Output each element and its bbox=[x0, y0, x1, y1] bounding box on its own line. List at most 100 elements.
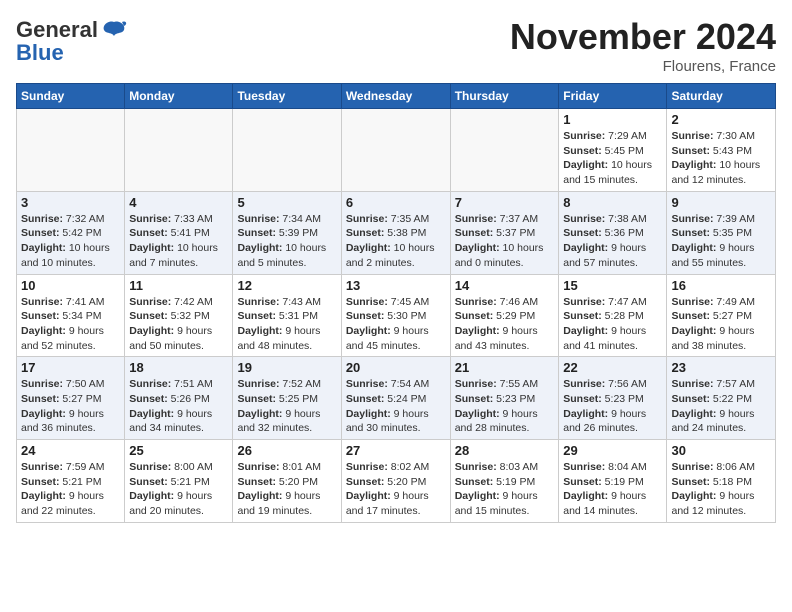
calendar-cell: 4 Sunrise: 7:33 AMSunset: 5:41 PMDaylight… bbox=[125, 191, 233, 274]
calendar-cell: 25Sunrise: 8:00 AMSunset: 5:21 PMDayligh… bbox=[125, 440, 233, 523]
month-title: November 2024 bbox=[510, 16, 776, 58]
weekday-header-saturday: Saturday bbox=[667, 84, 776, 109]
calendar-cell: 26Sunrise: 8:01 AMSunset: 5:20 PMDayligh… bbox=[233, 440, 341, 523]
day-number: 8 bbox=[563, 195, 662, 210]
weekday-header-friday: Friday bbox=[559, 84, 667, 109]
day-number: 14 bbox=[455, 278, 555, 293]
calendar-week-row: 3 Sunrise: 7:32 AMSunset: 5:42 PMDaylight… bbox=[17, 191, 776, 274]
day-number: 27 bbox=[346, 443, 446, 458]
calendar-cell: 13 Sunrise: 7:45 AMSunset: 5:30 PMDayligh… bbox=[341, 274, 450, 357]
calendar-cell: 1Sunrise: 7:29 AMSunset: 5:45 PMDaylight… bbox=[559, 109, 667, 192]
calendar-cell: 20 Sunrise: 7:54 AMSunset: 5:24 PMDayligh… bbox=[341, 357, 450, 440]
day-number: 4 bbox=[129, 195, 228, 210]
day-info: Sunrise: 7:50 AMSunset: 5:27 PMDaylight:… bbox=[21, 377, 120, 436]
calendar-cell: 10 Sunrise: 7:41 AMSunset: 5:34 PMDayligh… bbox=[17, 274, 125, 357]
day-info: Sunrise: 7:51 AMSunset: 5:26 PMDaylight:… bbox=[129, 377, 228, 436]
day-number: 16 bbox=[671, 278, 771, 293]
calendar-cell: 22 Sunrise: 7:56 AMSunset: 5:23 PMDayligh… bbox=[559, 357, 667, 440]
day-info: Sunrise: 8:01 AMSunset: 5:20 PMDaylight:… bbox=[237, 460, 336, 519]
day-number: 19 bbox=[237, 360, 336, 375]
calendar-week-row: 17 Sunrise: 7:50 AMSunset: 5:27 PMDayligh… bbox=[17, 357, 776, 440]
day-info: Sunrise: 7:35 AMSunset: 5:38 PMDaylight:… bbox=[346, 212, 446, 271]
day-number: 13 bbox=[346, 278, 446, 293]
day-info: Sunrise: 7:29 AMSunset: 5:45 PMDaylight:… bbox=[563, 129, 662, 188]
day-info: Sunrise: 7:41 AMSunset: 5:34 PMDaylight:… bbox=[21, 295, 120, 354]
calendar-cell: 14 Sunrise: 7:46 AMSunset: 5:29 PMDayligh… bbox=[450, 274, 559, 357]
day-info: Sunrise: 7:52 AMSunset: 5:25 PMDaylight:… bbox=[237, 377, 336, 436]
day-info: Sunrise: 7:32 AMSunset: 5:42 PMDaylight:… bbox=[21, 212, 120, 271]
calendar-week-row: 10 Sunrise: 7:41 AMSunset: 5:34 PMDayligh… bbox=[17, 274, 776, 357]
calendar-cell: 17 Sunrise: 7:50 AMSunset: 5:27 PMDayligh… bbox=[17, 357, 125, 440]
calendar-cell bbox=[125, 109, 233, 192]
calendar-week-row: 24Sunrise: 7:59 AMSunset: 5:21 PMDayligh… bbox=[17, 440, 776, 523]
day-info: Sunrise: 7:47 AMSunset: 5:28 PMDaylight:… bbox=[563, 295, 662, 354]
day-number: 15 bbox=[563, 278, 662, 293]
calendar-cell: 15 Sunrise: 7:47 AMSunset: 5:28 PMDayligh… bbox=[559, 274, 667, 357]
day-number: 9 bbox=[671, 195, 771, 210]
calendar-cell: 23 Sunrise: 7:57 AMSunset: 5:22 PMDayligh… bbox=[667, 357, 776, 440]
calendar-cell: 5 Sunrise: 7:34 AMSunset: 5:39 PMDaylight… bbox=[233, 191, 341, 274]
title-block: November 2024 Flourens, France bbox=[510, 16, 776, 75]
day-number: 28 bbox=[455, 443, 555, 458]
calendar-cell: 8 Sunrise: 7:38 AMSunset: 5:36 PMDaylight… bbox=[559, 191, 667, 274]
day-number: 7 bbox=[455, 195, 555, 210]
day-number: 12 bbox=[237, 278, 336, 293]
day-info: Sunrise: 7:38 AMSunset: 5:36 PMDaylight:… bbox=[563, 212, 662, 271]
day-number: 3 bbox=[21, 195, 120, 210]
location: Flourens, France bbox=[510, 58, 776, 75]
day-number: 22 bbox=[563, 360, 662, 375]
day-info: Sunrise: 7:49 AMSunset: 5:27 PMDaylight:… bbox=[671, 295, 771, 354]
day-info: Sunrise: 7:39 AMSunset: 5:35 PMDaylight:… bbox=[671, 212, 771, 271]
calendar-cell bbox=[17, 109, 125, 192]
day-number: 23 bbox=[671, 360, 771, 375]
day-number: 24 bbox=[21, 443, 120, 458]
day-info: Sunrise: 7:33 AMSunset: 5:41 PMDaylight:… bbox=[129, 212, 228, 271]
day-number: 17 bbox=[21, 360, 120, 375]
calendar-cell: 6 Sunrise: 7:35 AMSunset: 5:38 PMDaylight… bbox=[341, 191, 450, 274]
weekday-header-monday: Monday bbox=[125, 84, 233, 109]
day-info: Sunrise: 7:55 AMSunset: 5:23 PMDaylight:… bbox=[455, 377, 555, 436]
calendar-cell: 28 Sunrise: 8:03 AMSunset: 5:19 PMDayligh… bbox=[450, 440, 559, 523]
calendar-cell: 11 Sunrise: 7:42 AMSunset: 5:32 PMDayligh… bbox=[125, 274, 233, 357]
calendar-week-row: 1Sunrise: 7:29 AMSunset: 5:45 PMDaylight… bbox=[17, 109, 776, 192]
calendar-header-row: SundayMondayTuesdayWednesdayThursdayFrid… bbox=[17, 84, 776, 109]
day-number: 6 bbox=[346, 195, 446, 210]
calendar-cell: 18Sunrise: 7:51 AMSunset: 5:26 PMDayligh… bbox=[125, 357, 233, 440]
calendar-cell: 30 Sunrise: 8:06 AMSunset: 5:18 PMDayligh… bbox=[667, 440, 776, 523]
calendar-cell: 12 Sunrise: 7:43 AMSunset: 5:31 PMDayligh… bbox=[233, 274, 341, 357]
day-info: Sunrise: 7:57 AMSunset: 5:22 PMDaylight:… bbox=[671, 377, 771, 436]
day-info: Sunrise: 7:42 AMSunset: 5:32 PMDaylight:… bbox=[129, 295, 228, 354]
day-info: Sunrise: 7:43 AMSunset: 5:31 PMDaylight:… bbox=[237, 295, 336, 354]
day-info: Sunrise: 7:46 AMSunset: 5:29 PMDaylight:… bbox=[455, 295, 555, 354]
calendar-cell: 21 Sunrise: 7:55 AMSunset: 5:23 PMDayligh… bbox=[450, 357, 559, 440]
day-number: 20 bbox=[346, 360, 446, 375]
day-info: Sunrise: 7:54 AMSunset: 5:24 PMDaylight:… bbox=[346, 377, 446, 436]
calendar-cell bbox=[233, 109, 341, 192]
day-number: 5 bbox=[237, 195, 336, 210]
logo: General Blue bbox=[16, 16, 128, 66]
day-info: Sunrise: 7:34 AMSunset: 5:39 PMDaylight:… bbox=[237, 212, 336, 271]
day-info: Sunrise: 8:04 AMSunset: 5:19 PMDaylight:… bbox=[563, 460, 662, 519]
calendar-cell: 9 Sunrise: 7:39 AMSunset: 5:35 PMDaylight… bbox=[667, 191, 776, 274]
day-info: Sunrise: 8:06 AMSunset: 5:18 PMDaylight:… bbox=[671, 460, 771, 519]
calendar-cell: 29 Sunrise: 8:04 AMSunset: 5:19 PMDayligh… bbox=[559, 440, 667, 523]
day-info: Sunrise: 7:56 AMSunset: 5:23 PMDaylight:… bbox=[563, 377, 662, 436]
weekday-header-wednesday: Wednesday bbox=[341, 84, 450, 109]
calendar-cell: 7Sunrise: 7:37 AMSunset: 5:37 PMDaylight… bbox=[450, 191, 559, 274]
day-number: 29 bbox=[563, 443, 662, 458]
weekday-header-tuesday: Tuesday bbox=[233, 84, 341, 109]
day-info: Sunrise: 8:03 AMSunset: 5:19 PMDaylight:… bbox=[455, 460, 555, 519]
day-info: Sunrise: 8:00 AMSunset: 5:21 PMDaylight:… bbox=[129, 460, 228, 519]
day-number: 2 bbox=[671, 112, 771, 127]
day-number: 11 bbox=[129, 278, 228, 293]
day-number: 10 bbox=[21, 278, 120, 293]
day-info: Sunrise: 7:45 AMSunset: 5:30 PMDaylight:… bbox=[346, 295, 446, 354]
day-info: Sunrise: 8:02 AMSunset: 5:20 PMDaylight:… bbox=[346, 460, 446, 519]
day-number: 30 bbox=[671, 443, 771, 458]
day-info: Sunrise: 7:30 AMSunset: 5:43 PMDaylight:… bbox=[671, 129, 771, 188]
calendar-cell: 2 Sunrise: 7:30 AMSunset: 5:43 PMDaylight… bbox=[667, 109, 776, 192]
calendar-cell: 16 Sunrise: 7:49 AMSunset: 5:27 PMDayligh… bbox=[667, 274, 776, 357]
calendar-cell: 3 Sunrise: 7:32 AMSunset: 5:42 PMDaylight… bbox=[17, 191, 125, 274]
day-number: 21 bbox=[455, 360, 555, 375]
calendar-cell: 24Sunrise: 7:59 AMSunset: 5:21 PMDayligh… bbox=[17, 440, 125, 523]
